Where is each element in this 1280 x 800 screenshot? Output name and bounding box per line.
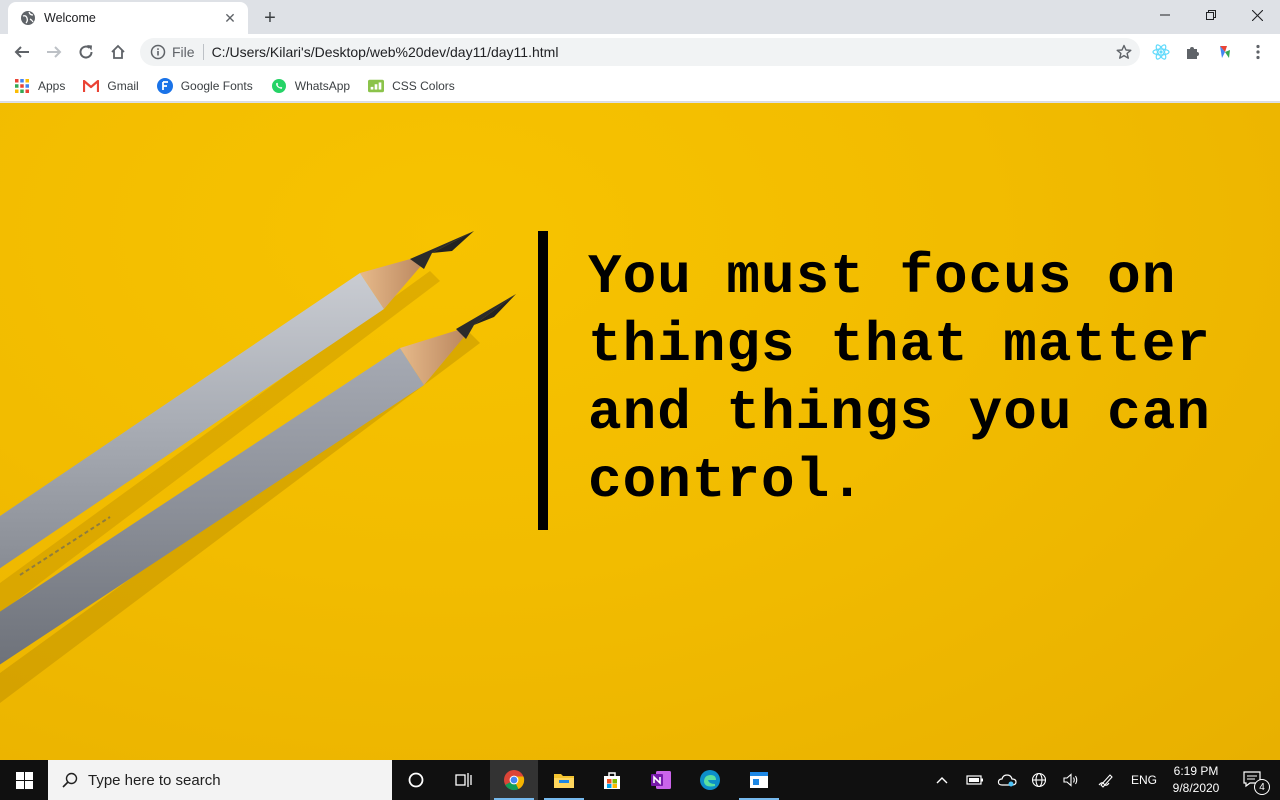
info-icon[interactable] [150,44,166,60]
apps-grid-icon [14,78,30,94]
tab-close-icon[interactable]: ✕ [222,10,238,26]
tab-welcome[interactable]: Welcome ✕ [8,2,248,34]
bookmark-whatsapp[interactable]: WhatsApp [271,78,350,94]
home-icon[interactable] [104,38,132,66]
restore-button[interactable] [1188,0,1234,30]
task-view-icon[interactable] [440,760,488,800]
bookmark-css-colors[interactable]: CSS Colors [368,78,455,94]
notification-count-badge: 4 [1254,779,1270,795]
cortana-icon[interactable] [392,760,440,800]
battery-icon[interactable] [962,760,988,800]
show-hidden-icons-chevron-icon[interactable] [932,760,952,800]
google-fonts-icon [156,77,173,94]
quote-text: You must focus on things that matter and… [588,245,1211,513]
quote-accent-bar [538,231,548,530]
app-window-icon[interactable] [735,760,783,800]
bookmark-google-fonts[interactable]: Google Fonts [156,77,253,94]
bookmark-star-icon[interactable] [1116,44,1132,60]
input-language-indicator[interactable]: ENG [1126,760,1162,800]
url-scheme: File [172,44,195,60]
new-tab-button[interactable]: + [258,6,282,30]
back-arrow-icon[interactable] [8,38,36,66]
gmail-icon [83,78,100,94]
extensions-puzzle-icon[interactable] [1183,42,1203,62]
browser-toolbar: File C:/Users/Kilari's/Desktop/web%20dev… [0,34,1280,70]
omnibox-divider [202,44,204,60]
bookmark-apps[interactable]: Apps [14,78,65,94]
bookmark-label: Apps [38,78,66,93]
bookmarks-bar: Apps Gmail Google Fonts WhatsApp CSS Col… [0,70,1280,102]
edge-icon[interactable] [686,760,734,800]
taskbar-search-box[interactable]: Type here to search [48,760,392,800]
react-devtools-icon[interactable] [1151,42,1171,62]
clock-date: 9/8/2020 [1172,781,1220,795]
minimize-button[interactable] [1142,0,1188,30]
forward-arrow-icon[interactable] [40,38,68,66]
onenote-icon[interactable] [637,760,685,800]
onedrive-cloud-icon[interactable] [994,760,1020,800]
kebab-menu-icon[interactable] [1248,42,1268,62]
search-placeholder: Type here to search [88,771,221,789]
bookmark-label: Google Fonts [180,78,253,93]
action-center-notification-icon[interactable]: 4 [1234,760,1274,800]
volume-icon[interactable] [1058,760,1084,800]
page-viewport: You must focus on things that matter and… [0,103,1280,760]
color-extension-icon[interactable] [1215,42,1235,62]
pen-ink-workspace-icon[interactable] [1094,760,1120,800]
microsoft-store-icon[interactable] [588,760,636,800]
tab-strip: Welcome ✕ + [0,0,1280,34]
network-globe-icon[interactable] [1026,760,1052,800]
whatsapp-icon [271,78,287,94]
search-icon [62,772,78,788]
bookmark-gmail[interactable]: Gmail [83,78,139,94]
close-window-button[interactable] [1234,0,1280,30]
clock-time: 6:19 PM [1173,764,1219,778]
bookmark-label: WhatsApp [294,78,351,93]
taskbar-clock[interactable]: 6:19 PM 9/8/2020 [1166,763,1226,797]
globe-icon [20,10,36,26]
file-explorer-icon[interactable] [540,760,588,800]
css-colors-icon [368,78,385,94]
url-text[interactable]: C:/Users/Kilari's/Desktop/web%20dev/day1… [212,44,559,60]
reload-icon[interactable] [72,38,100,66]
windows-start-icon[interactable] [0,760,48,800]
chrome-taskbar-icon[interactable] [490,760,538,800]
bookmark-label: CSS Colors [392,78,455,93]
windows-taskbar: Type here to search ENG 6:19 PM 9/8/2020… [0,760,1280,800]
tab-title: Welcome [44,11,96,25]
bookmark-label: Gmail [107,78,139,93]
address-bar[interactable]: File C:/Users/Kilari's/Desktop/web%20dev… [140,38,1140,66]
